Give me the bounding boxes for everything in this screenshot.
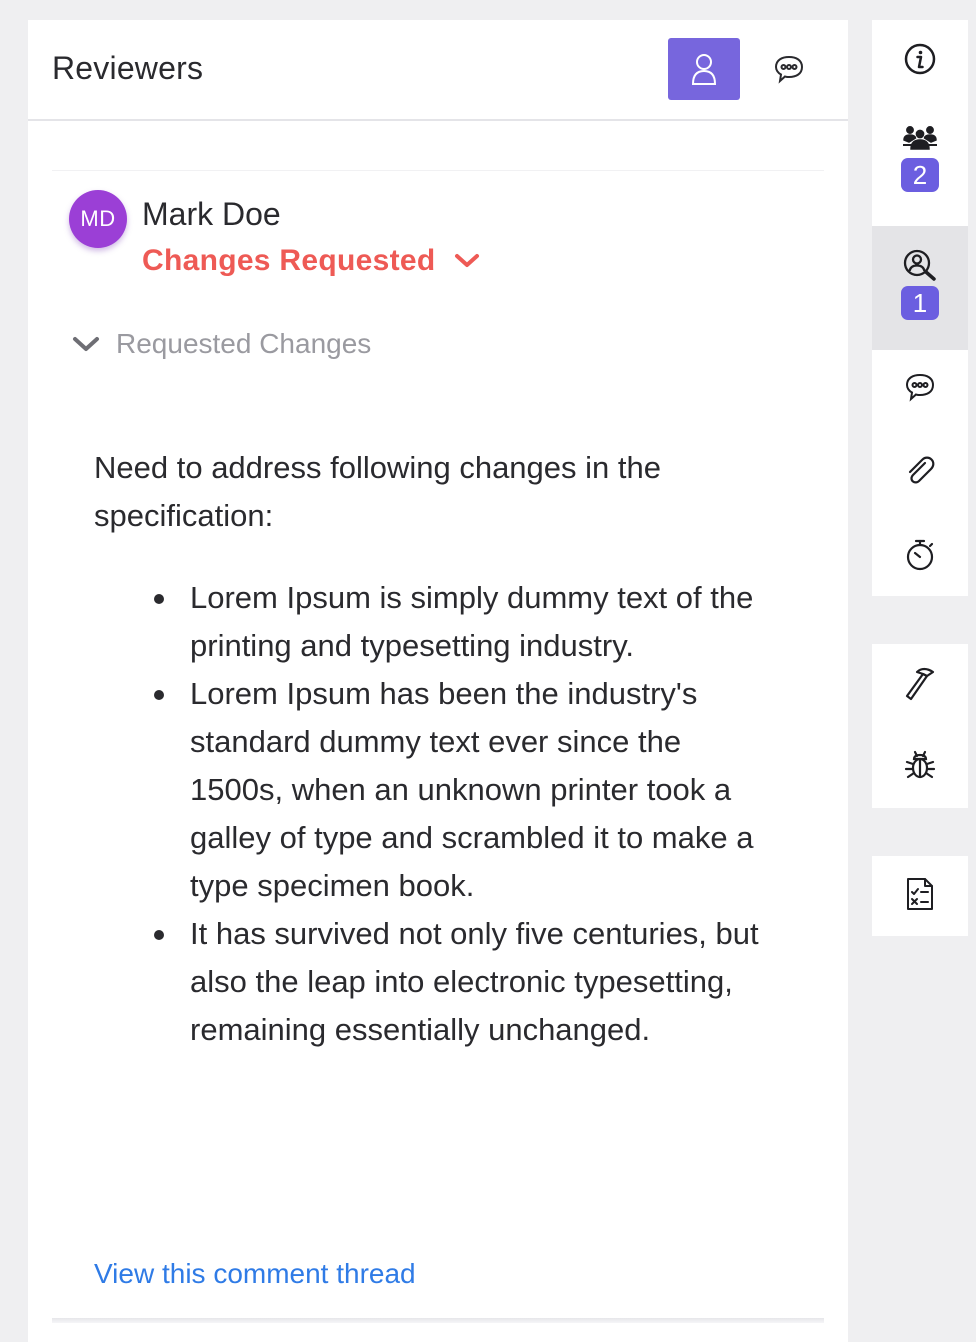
card-divider bbox=[52, 170, 824, 171]
team-icon bbox=[901, 124, 939, 154]
review-intro-text: Need to address following changes in the… bbox=[94, 450, 661, 533]
list-item-text: It has survived not only five centuries,… bbox=[190, 916, 759, 1047]
view-comment-thread-link[interactable]: View this comment thread bbox=[94, 1258, 416, 1290]
comments-tab-button[interactable] bbox=[758, 38, 820, 100]
panel-title: Reviewers bbox=[52, 50, 204, 86]
sidebar-item-comments[interactable] bbox=[872, 372, 968, 402]
chevron-down-icon bbox=[454, 253, 480, 269]
chevron-down-icon bbox=[72, 335, 100, 353]
requested-changes-toggle[interactable]: Requested Changes bbox=[72, 328, 371, 360]
stopwatch-icon bbox=[904, 538, 936, 572]
list-item: It has survived not only five centuries,… bbox=[154, 910, 770, 1054]
list-item: Lorem Ipsum has been the industry's stan… bbox=[154, 670, 770, 910]
paperclip-icon bbox=[903, 454, 937, 488]
section-label: Requested Changes bbox=[116, 328, 372, 359]
info-icon bbox=[903, 42, 937, 76]
bullet bbox=[154, 690, 164, 700]
list-item: Lorem Ipsum is simply dummy text of the … bbox=[154, 574, 770, 670]
bullet bbox=[154, 930, 164, 940]
list-item-text: Lorem Ipsum has been the industry's stan… bbox=[190, 676, 754, 903]
sidebar-item-attachments[interactable] bbox=[872, 454, 968, 488]
reviewers-panel: Reviewers MD Mark Doe Changes Requested … bbox=[28, 20, 848, 1342]
sidebar-item-bugs[interactable] bbox=[872, 748, 968, 782]
chat-bubble-icon bbox=[903, 372, 937, 402]
bullet bbox=[154, 594, 164, 604]
review-status-dropdown[interactable]: Changes Requested bbox=[142, 244, 480, 278]
list-item-text: Lorem Ipsum is simply dummy text of the … bbox=[190, 580, 754, 663]
reviewers-tab-button[interactable] bbox=[668, 38, 740, 100]
card-bottom-edge bbox=[52, 1318, 824, 1323]
sidebar-item-team[interactable]: 2 bbox=[872, 124, 968, 192]
bug-icon bbox=[903, 748, 937, 782]
sidebar-item-build[interactable] bbox=[872, 666, 968, 702]
chat-bubble-icon bbox=[772, 54, 806, 84]
reviewer-name: Mark Doe bbox=[142, 196, 281, 232]
status-label: Changes Requested bbox=[142, 244, 436, 277]
reviewers-count-badge: 1 bbox=[901, 286, 939, 320]
changes-list: Lorem Ipsum is simply dummy text of the … bbox=[154, 574, 770, 1054]
sidebar-item-checklist[interactable] bbox=[872, 876, 968, 912]
sidebar-item-reviewers[interactable]: 1 bbox=[872, 226, 968, 350]
avatar: MD bbox=[69, 190, 127, 248]
hammer-icon bbox=[903, 666, 937, 702]
reviewer-search-icon bbox=[902, 248, 938, 282]
checklist-icon bbox=[905, 876, 935, 912]
team-count-badge: 2 bbox=[901, 158, 939, 192]
person-icon bbox=[690, 52, 718, 86]
sidebar-item-info[interactable] bbox=[872, 42, 968, 76]
sidebar-item-timer[interactable] bbox=[872, 538, 968, 572]
panel-header: Reviewers bbox=[28, 20, 848, 121]
